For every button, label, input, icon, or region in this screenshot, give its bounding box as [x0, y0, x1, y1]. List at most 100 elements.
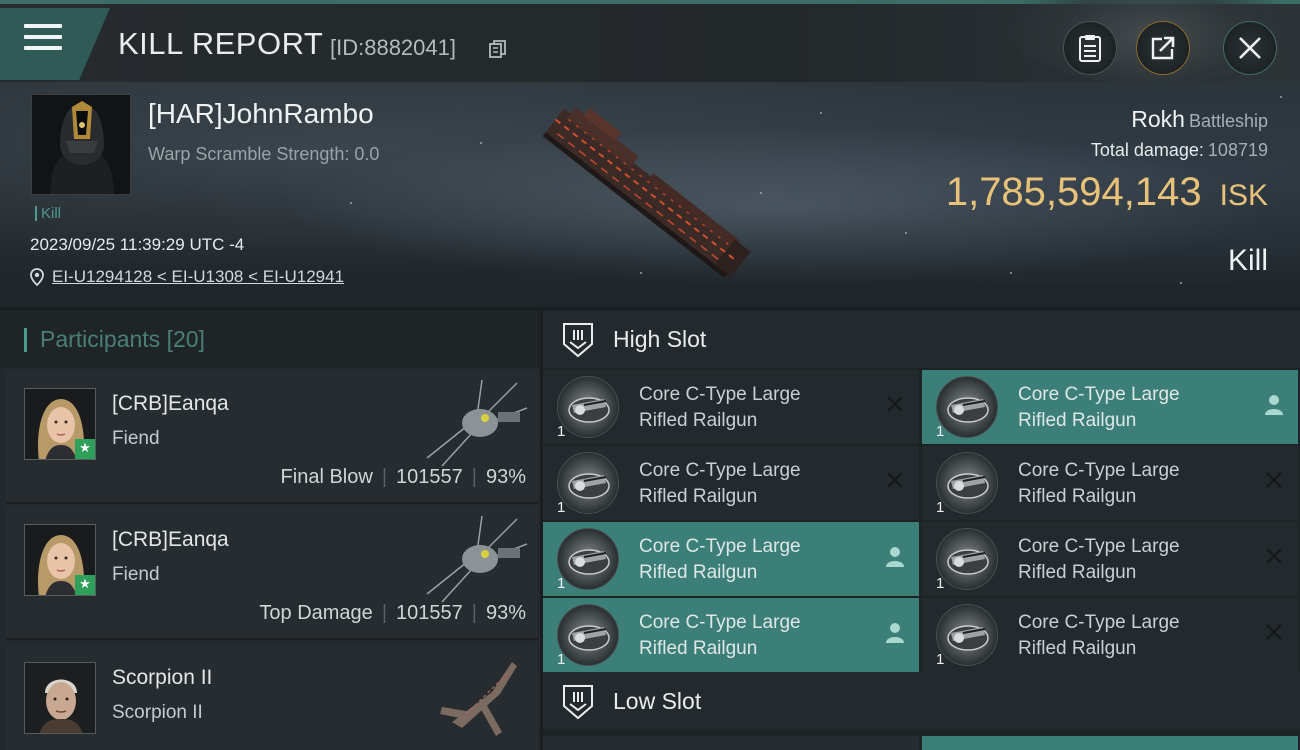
hamburger-menu-icon[interactable]: [24, 24, 62, 56]
pilot-icon[interactable]: [885, 546, 905, 568]
participant-avatar: ★: [24, 388, 96, 460]
module-quantity: 1: [936, 575, 945, 592]
participant-avatar: [24, 662, 96, 734]
star-badge-icon: ★: [75, 575, 95, 595]
railgun-module-icon: [557, 604, 619, 666]
victim-ship-image: [542, 107, 751, 279]
victim-ship-type: Rokh Battleship: [1131, 106, 1268, 133]
ship-name: Rokh: [1131, 106, 1185, 132]
top-bar: KILL REPORT [ID:8882041]: [0, 0, 1300, 84]
participants-header: Participants [20]: [0, 310, 540, 368]
participant-role: Final Blow: [280, 466, 373, 488]
close-button[interactable]: [1223, 21, 1277, 75]
location-pin-icon: [30, 268, 44, 286]
fitting-panel: High Slot 1 Core C-Type Large Rifled Railg…: [543, 310, 1300, 750]
module-name: Core C-Type Large Rifled Railgun: [639, 536, 801, 583]
railgun-module-icon: [936, 528, 998, 590]
module-quantity: 1: [557, 499, 566, 516]
module-quantity: 1: [557, 575, 566, 592]
high-slot-module[interactable]: 1 Core C-Type Large Rifled Railgun: [543, 370, 919, 444]
isk-amount: 1,785,594,143: [945, 170, 1202, 214]
share-icon: [1151, 36, 1175, 60]
participant-row[interactable]: ★ [CRB]Eanqa Fiend Top Damage | 101557 | 93%: [6, 506, 538, 640]
high-slot-module[interactable]: 1 Core C-Type Large Rifled Railgun: [922, 522, 1298, 596]
x-icon[interactable]: [1264, 470, 1284, 490]
participant-row[interactable]: Scorpion II Scorpion II: [6, 644, 538, 750]
high-slot-module[interactable]: 1 Core C-Type Large Rifled Railgun: [922, 598, 1298, 672]
high-slot-header: High Slot: [543, 310, 1300, 368]
participants-count: [20]: [166, 326, 205, 352]
x-icon[interactable]: [1264, 546, 1284, 566]
copy-icon[interactable]: [489, 40, 506, 58]
participant-ship-image: [426, 379, 528, 467]
railgun-module-icon: [557, 376, 619, 438]
kill-location[interactable]: EI-U1294128 < EI-U1308 < EI-U12941: [30, 267, 344, 287]
module-name: Core C-Type Large Rifled Railgun: [639, 384, 801, 431]
railgun-module-icon: [936, 376, 998, 438]
participant-ship: Fiend: [112, 428, 160, 449]
high-slot-title: High Slot: [613, 326, 707, 352]
participant-ship: Fiend: [112, 564, 160, 585]
total-damage: Total damage: 108719: [1091, 140, 1268, 161]
victim-avatar[interactable]: [31, 94, 131, 195]
high-slot-module[interactable]: 1 Core C-Type Large Rifled Railgun: [543, 446, 919, 520]
isk-unit: ISK: [1219, 179, 1268, 212]
result-label: Kill: [1227, 244, 1268, 277]
railgun-module-icon: [557, 452, 619, 514]
participant-percent: 93%: [485, 602, 526, 624]
module-quantity: 1: [936, 423, 945, 440]
victim-name: [HAR]JohnRambo: [148, 98, 374, 129]
x-icon[interactable]: [885, 470, 905, 490]
star-badge-icon: ★: [75, 439, 95, 459]
x-icon[interactable]: [1264, 622, 1284, 642]
module-name: Core C-Type Large Rifled Railgun: [1018, 612, 1180, 659]
total-damage-value: 108719: [1207, 140, 1268, 160]
high-slot-module[interactable]: 1 Core C-Type Large Rifled Railgun: [922, 446, 1298, 520]
low-slot-module-peek[interactable]: [543, 736, 919, 750]
railgun-module-icon: [936, 452, 998, 514]
module-quantity: 1: [557, 651, 566, 668]
warp-scramble-strength: Warp Scramble Strength: 0.0: [148, 144, 380, 164]
participant-ship: Scorpion II: [112, 702, 203, 723]
pilot-icon[interactable]: [885, 622, 905, 644]
module-quantity: 1: [936, 499, 945, 516]
low-slot-header: Low Slot: [543, 672, 1300, 730]
participant-stats: Top Damage | 101557 | 93%: [259, 602, 526, 624]
slot-shield-icon: [563, 685, 593, 720]
participant-damage: 101557: [396, 602, 463, 624]
module-name: Core C-Type Large Rifled Railgun: [1018, 460, 1180, 507]
participant-damage: 101557: [396, 466, 463, 488]
railgun-module-icon: [557, 528, 619, 590]
kill-datetime: 2023/09/25 11:39:29 UTC -4: [30, 235, 245, 254]
kill-tag: Kill: [35, 206, 61, 221]
module-quantity: 1: [936, 651, 945, 668]
high-slot-module[interactable]: 1 Core C-Type Large Rifled Railgun: [543, 522, 919, 596]
clipboard-button[interactable]: [1063, 21, 1117, 75]
participant-role: Top Damage: [259, 602, 373, 624]
railgun-module-icon: [936, 604, 998, 666]
high-slot-module[interactable]: 1 Core C-Type Large Rifled Railgun: [543, 598, 919, 672]
module-quantity: 1: [557, 423, 566, 440]
slot-shield-icon: [563, 323, 593, 358]
participant-stats: Final Blow | 101557 | 93%: [280, 466, 526, 488]
participants-title: Participants [20]: [40, 326, 205, 352]
high-slot-module[interactable]: 1 Core C-Type Large Rifled Railgun: [922, 370, 1298, 444]
module-name: Core C-Type Large Rifled Railgun: [639, 460, 801, 507]
participant-ship-image: [440, 662, 517, 736]
module-name: Core C-Type Large Rifled Railgun: [1018, 384, 1180, 431]
x-icon[interactable]: [885, 394, 905, 414]
participant-avatar: ★: [24, 524, 96, 596]
isk-value: 1,785,594,143 ISK: [946, 170, 1268, 215]
pilot-icon[interactable]: [1264, 394, 1284, 416]
share-button[interactable]: [1136, 21, 1190, 75]
participant-percent: 93%: [485, 466, 526, 488]
module-name: Core C-Type Large Rifled Railgun: [1018, 536, 1180, 583]
participants-panel: Participants [20] ★ [CRB]Eanqa Fiend Fin…: [0, 310, 540, 750]
clipboard-icon: [1079, 35, 1101, 62]
ship-class: Battleship: [1188, 111, 1268, 131]
location-link[interactable]: EI-U1294128 < EI-U1308 < EI-U12941: [52, 267, 344, 287]
module-name: Core C-Type Large Rifled Railgun: [639, 612, 801, 659]
report-id: [ID:8882041]: [330, 35, 456, 60]
low-slot-module-peek[interactable]: [922, 736, 1298, 750]
participant-row[interactable]: ★ [CRB]Eanqa Fiend Final Blow | 101557 | 93%: [6, 370, 538, 504]
